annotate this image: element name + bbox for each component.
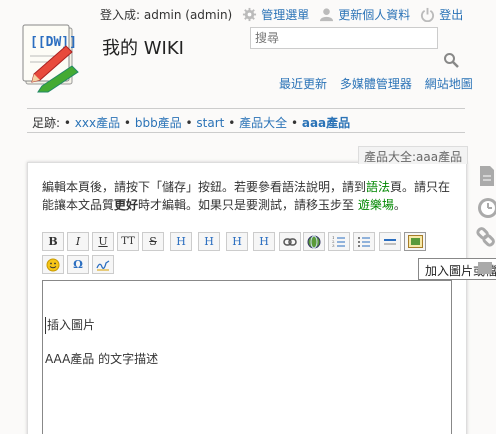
dokuwiki-logo[interactable]: [[DW]] bbox=[20, 22, 86, 94]
editor-line: 插入圖片 bbox=[45, 317, 449, 334]
wiki-text-editor[interactable]: 插入圖片 AAA產品 的文字描述 bbox=[42, 280, 452, 434]
media-manager-link[interactable]: 多媒體管理器 bbox=[340, 77, 412, 91]
page-tools-strip bbox=[476, 166, 496, 274]
gear-icon bbox=[243, 7, 257, 21]
heading-same-button[interactable]: H bbox=[170, 232, 192, 251]
logout-link[interactable]: 登出 bbox=[420, 6, 463, 23]
playground-link[interactable]: 遊樂場 bbox=[358, 198, 394, 212]
breadcrumb-item[interactable]: xxx產品 bbox=[75, 116, 120, 130]
signature-icon bbox=[96, 259, 110, 270]
editor-toolbar: B I U TT S H H H H 123 Ω bbox=[42, 232, 432, 274]
ordered-list-button[interactable]: 123 bbox=[328, 232, 350, 251]
breadcrumb-item[interactable]: bbb產品 bbox=[135, 116, 182, 130]
top-user-bar: 登入成: admin (admin) 管理選單 更新個人資料 登出 bbox=[100, 6, 496, 22]
signature-button[interactable] bbox=[92, 255, 114, 274]
italic-button[interactable]: I bbox=[67, 232, 89, 251]
page-id-tab: 產品大全:aaa產品 bbox=[358, 146, 469, 164]
underline-button[interactable]: U bbox=[92, 232, 114, 251]
bold-button[interactable]: B bbox=[42, 232, 64, 251]
smiley-icon bbox=[46, 258, 60, 271]
logged-in-label: 登入成: admin (admin) bbox=[100, 7, 233, 22]
special-chars-button[interactable]: Ω bbox=[67, 255, 89, 274]
edit-intro: 編輯本頁後，請按下「儲存」按鈕。若要參看語法說明，請到語法頁。請只在能讓本文品質… bbox=[42, 180, 451, 212]
breadcrumb-item[interactable]: 產品大全 bbox=[239, 116, 287, 130]
editor-line: AAA產品 的文字描述 bbox=[45, 352, 159, 366]
smiley-button[interactable] bbox=[42, 255, 64, 274]
globe-icon bbox=[307, 235, 321, 248]
syntax-link[interactable]: 語法 bbox=[366, 180, 390, 194]
history-icon[interactable] bbox=[478, 198, 496, 218]
sitemap-link[interactable]: 網站地圖 bbox=[425, 77, 473, 91]
link-button[interactable] bbox=[279, 232, 301, 251]
horizontal-rule-icon bbox=[384, 238, 396, 244]
unordered-list-button[interactable] bbox=[353, 232, 375, 251]
logout-label[interactable]: 登出 bbox=[439, 6, 463, 23]
divider bbox=[27, 108, 465, 109]
ordered-list-icon: 123 bbox=[332, 236, 345, 248]
update-profile-link[interactable]: 更新個人資料 bbox=[319, 6, 410, 23]
page-tool-icon[interactable] bbox=[478, 262, 492, 274]
breadcrumb: 足跡: • xxx產品 • bbb產品 • start • 產品大全 • aaa… bbox=[32, 116, 351, 130]
svg-text:3: 3 bbox=[332, 243, 335, 248]
search-icon[interactable] bbox=[443, 52, 459, 68]
search-input[interactable] bbox=[250, 27, 438, 49]
recent-changes-link[interactable]: 最近更新 bbox=[279, 77, 327, 91]
horizontal-rule-button[interactable] bbox=[379, 232, 401, 251]
edit-page-icon[interactable] bbox=[480, 166, 494, 186]
divider bbox=[27, 132, 465, 133]
add-image-button[interactable] bbox=[404, 232, 426, 251]
image-icon bbox=[407, 235, 423, 248]
breadcrumb-item[interactable]: start bbox=[196, 116, 224, 130]
heading-menu-button[interactable]: H bbox=[253, 232, 275, 251]
heading-higher-button[interactable]: H bbox=[226, 232, 248, 251]
update-profile-label[interactable]: 更新個人資料 bbox=[338, 6, 410, 23]
external-link-button[interactable] bbox=[303, 232, 325, 251]
strikethrough-button[interactable]: S bbox=[142, 232, 164, 251]
backlinks-icon[interactable] bbox=[476, 227, 495, 247]
chain-link-icon bbox=[283, 237, 297, 246]
breadcrumb-prefix: 足跡: bbox=[32, 116, 61, 130]
power-icon bbox=[421, 7, 435, 22]
user-icon bbox=[320, 7, 334, 21]
admin-menu-link[interactable]: 管理選單 bbox=[242, 6, 309, 23]
heading-lower-button[interactable]: H bbox=[198, 232, 220, 251]
monospace-button[interactable]: TT bbox=[117, 232, 139, 251]
admin-menu-label[interactable]: 管理選單 bbox=[261, 6, 309, 23]
breadcrumb-current[interactable]: aaa產品 bbox=[302, 116, 350, 130]
unordered-list-icon bbox=[358, 236, 370, 247]
site-tools-nav: 最近更新 多媒體管理器 網站地圖 bbox=[270, 75, 473, 92]
site-title[interactable]: 我的 WIKI bbox=[102, 34, 184, 60]
svg-text:[[DW]]: [[DW]] bbox=[30, 35, 77, 50]
